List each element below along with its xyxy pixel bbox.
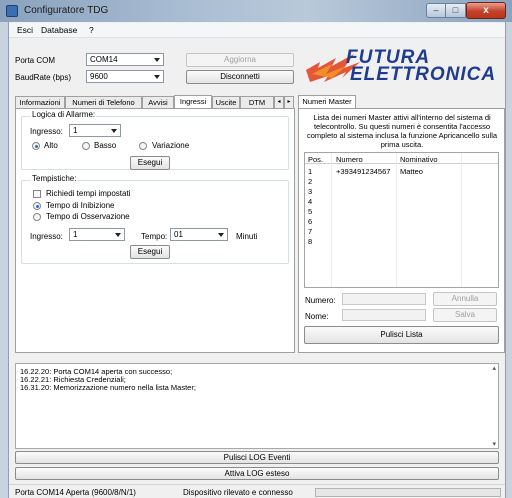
table-row[interactable]: [305, 186, 498, 196]
row-pos: 6: [308, 217, 313, 226]
maximize-button[interactable]: □: [446, 3, 466, 18]
row-pos: 8: [308, 237, 313, 246]
baudrate-value: 9600: [90, 72, 108, 81]
radio-variazione[interactable]: [139, 142, 147, 150]
radio-tempo-inibizione-label: Tempo di Inibizione: [46, 201, 115, 210]
status-port: Porta COM14 Aperta (9600/8/N/1): [15, 488, 136, 497]
porta-com-label: Porta COM: [15, 56, 56, 65]
log-line: 16.31.20: Memorizzazione numero nella li…: [20, 383, 196, 392]
close-button[interactable]: x: [466, 2, 506, 19]
row-pos: 4: [308, 197, 313, 206]
tempo-select[interactable]: 01: [170, 228, 228, 241]
disconnetti-button[interactable]: Disconnetti: [186, 70, 294, 84]
tempo-unit: Minuti: [236, 232, 258, 241]
minimize-button[interactable]: –: [426, 3, 446, 18]
col-numero[interactable]: Numero: [336, 155, 363, 164]
numero-input[interactable]: [342, 293, 426, 305]
table-row[interactable]: [305, 206, 498, 216]
logo-line2: ELETTRONICA: [350, 64, 497, 85]
scroll-up-icon[interactable]: ▴: [492, 364, 496, 372]
tab-numeri-master[interactable]: Numeri Master: [298, 95, 356, 109]
logica-esegui-button[interactable]: Esegui: [130, 156, 170, 170]
row-numero: +393491234567: [336, 167, 391, 176]
window-title: Configuratore TDG: [24, 5, 109, 16]
tempo-value: 01: [174, 230, 183, 239]
salva-button[interactable]: Salva: [433, 308, 497, 322]
tempistiche-ingresso-select[interactable]: 1: [69, 228, 125, 241]
col-nominativo[interactable]: Nominativo: [400, 155, 438, 164]
scroll-down-icon[interactable]: ▾: [492, 440, 496, 448]
tempo-label: Tempo:: [141, 232, 168, 241]
logica-title: Logica di Allarme:: [31, 110, 97, 119]
richiedi-tempi-label: Richiedi tempi impostati: [46, 189, 131, 198]
progress-bar: [315, 488, 501, 497]
row-pos: 2: [308, 177, 313, 186]
radio-alto[interactable]: [32, 142, 40, 150]
numero-label: Numero:: [305, 296, 336, 305]
logica-ingresso-value: 1: [73, 126, 78, 135]
row-pos: 3: [308, 187, 313, 196]
radio-basso[interactable]: [82, 142, 90, 150]
radio-basso-label: Basso: [94, 141, 117, 150]
radio-variazione-label: Variazione: [152, 141, 190, 150]
chevron-down-icon: [115, 233, 121, 237]
table-row[interactable]: [305, 176, 498, 186]
porta-com-select[interactable]: COM14: [86, 53, 164, 66]
menu-bar: Esci Database ?: [9, 23, 505, 38]
row-pos: 1: [308, 167, 313, 176]
tempistiche-ingresso-label: Ingresso:: [30, 232, 63, 241]
logica-ingresso-label: Ingresso:: [30, 127, 63, 136]
attiva-log-button[interactable]: Attiva LOG esteso: [15, 467, 499, 480]
menu-help[interactable]: ?: [89, 25, 94, 35]
logica-ingresso-select[interactable]: 1: [69, 124, 121, 137]
baudrate-label: BaudRate (bps): [15, 73, 72, 82]
radio-tempo-osservazione-label: Tempo di Osservazione: [46, 212, 130, 221]
row-nominativo: Matteo: [400, 167, 423, 176]
app-icon: [6, 5, 18, 17]
menu-esci[interactable]: Esci: [17, 25, 33, 35]
menu-database[interactable]: Database: [41, 25, 77, 35]
master-description: Lista dei numeri Master attivi all'inter…: [306, 113, 498, 149]
pulisci-lista-button[interactable]: Pulisci Lista: [304, 326, 499, 344]
radio-alto-label: Alto: [44, 141, 58, 150]
tempistiche-title: Tempistiche:: [31, 174, 78, 183]
porta-com-value: COM14: [90, 55, 118, 64]
radio-tempo-osservazione[interactable]: [33, 213, 41, 221]
richiedi-tempi-checkbox[interactable]: [33, 190, 41, 198]
pulisci-log-button[interactable]: Pulisci LOG Eventi: [15, 451, 499, 464]
log-textarea[interactable]: 16.22.20: Porta COM14 aperta con success…: [15, 363, 499, 449]
chevron-down-icon: [154, 58, 160, 62]
aggiorna-button[interactable]: Aggiorna: [186, 53, 294, 67]
table-row[interactable]: [305, 196, 498, 206]
nome-input[interactable]: [342, 309, 426, 321]
radio-tempo-inibizione[interactable]: [33, 202, 41, 210]
status-bar: Porta COM14 Aperta (9600/8/N/1) Disposit…: [9, 484, 505, 498]
baudrate-select[interactable]: 9600: [86, 70, 164, 83]
table-row[interactable]: [305, 236, 498, 246]
tempistiche-ingresso-value: 1: [73, 230, 78, 239]
row-pos: 5: [308, 207, 313, 216]
table-row[interactable]: [305, 216, 498, 226]
nome-label: Nome:: [305, 312, 329, 321]
chevron-down-icon: [111, 129, 117, 133]
annulla-button[interactable]: Annulla: [433, 292, 497, 306]
chevron-down-icon: [154, 75, 160, 79]
row-pos: 7: [308, 227, 313, 236]
tempistiche-esegui-button[interactable]: Esegui: [130, 245, 170, 259]
status-device: Dispositivo rilevato e connesso: [183, 488, 293, 497]
table-row[interactable]: [305, 226, 498, 236]
chevron-down-icon: [218, 233, 224, 237]
tab-ingressi[interactable]: Ingressi: [174, 95, 212, 109]
col-pos[interactable]: Pos.: [308, 155, 323, 164]
